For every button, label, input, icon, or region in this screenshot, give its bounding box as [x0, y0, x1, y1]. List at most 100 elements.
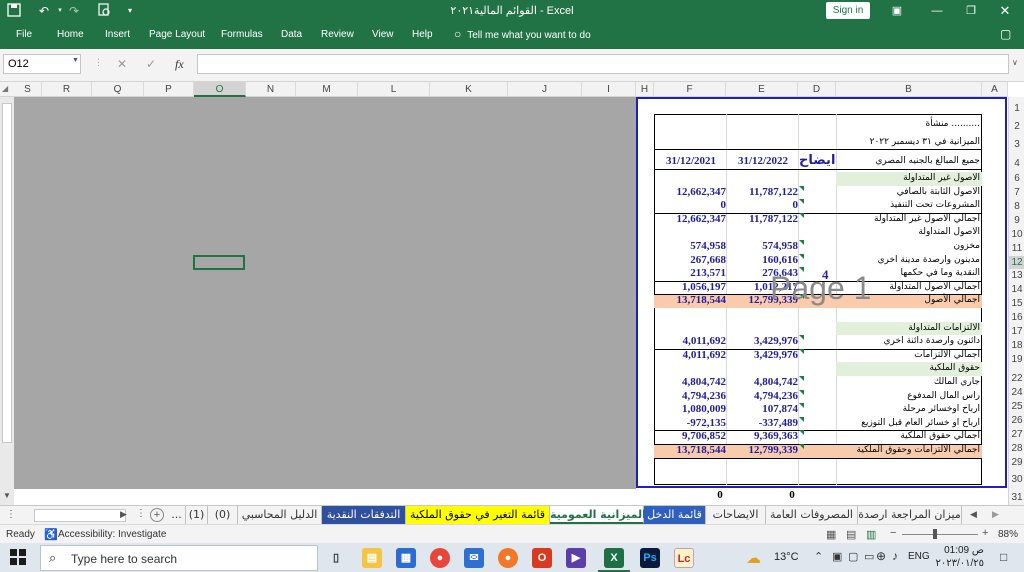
page-layout-view-icon[interactable]: ▤ [846, 528, 856, 541]
select-all-icon[interactable]: ◢ [2, 84, 8, 93]
app-lc-icon[interactable]: Lc [674, 548, 694, 568]
row-header[interactable]: 16 [1009, 311, 1024, 324]
tab-review[interactable]: Review [321, 29, 354, 40]
sheet-tab-balance-sheet[interactable]: الميزانية العمومية [550, 506, 646, 524]
row-header[interactable]: 12 [1009, 256, 1024, 269]
tray-app-icon[interactable]: ▣ [832, 550, 842, 563]
tab-file[interactable]: File [16, 29, 32, 40]
column-header[interactable]: N [246, 82, 296, 97]
column-header[interactable]: I [582, 82, 636, 97]
chrome-icon[interactable]: ● [430, 548, 450, 568]
comments-icon[interactable]: ▢ [1000, 27, 1011, 41]
sheet-tab-cash-flows[interactable]: التدفقات النقدية [322, 506, 406, 524]
photoshop-icon[interactable]: Ps [640, 548, 660, 568]
sheet-tab-general-expenses[interactable]: المصروفات العامة [766, 506, 858, 524]
tell-me-search[interactable]: ○ Tell me what you want to do [454, 27, 591, 41]
column-header[interactable]: J [508, 82, 582, 97]
column-header[interactable]: Q [92, 82, 144, 97]
tab-data[interactable]: Data [281, 29, 302, 40]
row-header[interactable]: 6 [1009, 172, 1024, 185]
row-header[interactable]: 19 [1009, 353, 1024, 366]
task-view-icon[interactable]: ▯ [326, 548, 346, 568]
row-header[interactable]: 28 [1009, 442, 1024, 455]
row-header[interactable]: 14 [1009, 283, 1024, 296]
expand-formula-icon[interactable]: ∨ [1012, 58, 1018, 67]
clock-time[interactable]: 01:09 ص [934, 545, 984, 556]
tab-page-layout[interactable]: Page Layout [149, 29, 205, 40]
clock-date[interactable]: ٢٠٢٣/٠١/٢٥ [930, 558, 984, 569]
cancel-icon[interactable]: ✕ [117, 57, 127, 71]
page-break-view-icon[interactable]: ▥ [866, 528, 876, 541]
row-header[interactable]: 7 [1009, 186, 1024, 199]
accessibility-status[interactable]: Accessibility: Investigate [58, 529, 166, 540]
tabs-more-icon[interactable]: ⋮ [6, 509, 16, 520]
row-header[interactable]: 17 [1009, 325, 1024, 338]
sheet-tab-chart-of-accounts[interactable]: الدليل المحاسبي [238, 506, 322, 524]
windows-start-icon[interactable] [10, 549, 26, 568]
office-icon[interactable]: O [532, 548, 552, 568]
row-header[interactable]: 30 [1009, 473, 1024, 486]
row-header[interactable]: 15 [1009, 297, 1024, 310]
sheet-tab-income-statement[interactable]: قائمة الدخل [644, 506, 706, 524]
sheet-tab-1[interactable]: (1) [186, 506, 208, 524]
row-header[interactable]: 18 [1009, 339, 1024, 352]
tab-scroll-left-icon[interactable]: ◀ [970, 509, 977, 520]
zoom-slider-thumb[interactable] [933, 529, 937, 539]
name-box-dropdown-icon[interactable]: ▼ [72, 57, 79, 64]
row-header[interactable]: 27 [1009, 428, 1024, 441]
sign-in-button[interactable]: Sign in [826, 2, 870, 19]
tab-scroll-right-icon[interactable]: ▶ [992, 509, 999, 520]
tab-insert[interactable]: Insert [105, 29, 130, 40]
column-header[interactable]: D [798, 82, 836, 97]
row-header[interactable]: 2 [1009, 120, 1024, 133]
sheet-tab-more[interactable]: ... [168, 506, 186, 524]
add-sheet-icon[interactable]: + [150, 508, 164, 522]
firefox-icon[interactable]: ● [498, 548, 518, 568]
zoom-level[interactable]: 88% [998, 529, 1018, 540]
tab-view[interactable]: View [372, 29, 394, 40]
tab-help[interactable]: Help [412, 29, 433, 40]
tray-expand-icon[interactable]: ⌃ [814, 550, 823, 563]
scroll-down-icon[interactable]: ▼ [3, 491, 11, 500]
row-header[interactable]: 3 [1009, 138, 1024, 151]
tabs-more-icon[interactable]: ⋮ [136, 508, 146, 519]
horizontal-scrollbar[interactable] [34, 509, 126, 522]
column-header[interactable]: M [296, 82, 358, 97]
tray-app-icon[interactable]: ▢ [848, 550, 858, 563]
row-header[interactable]: 22 [1009, 372, 1024, 385]
vertical-scrollbar[interactable]: ▼ [0, 97, 14, 505]
tab-formulas[interactable]: Formulas [221, 29, 263, 40]
mail-icon[interactable]: ✉ [464, 548, 484, 568]
column-header[interactable]: R [42, 82, 92, 97]
sheet-tab-equity-changes[interactable]: قائمة التغير في حقوق الملكية [406, 506, 550, 524]
column-header-selected[interactable]: O [194, 82, 246, 97]
media-player-icon[interactable]: ▶ [566, 548, 586, 568]
language-indicator[interactable]: ENG [908, 551, 930, 562]
zoom-slider[interactable] [902, 534, 978, 535]
column-header[interactable]: A [982, 82, 1008, 97]
column-header[interactable]: S [14, 82, 42, 97]
file-explorer-icon[interactable]: ▤ [362, 548, 382, 568]
tab-home[interactable]: Home [57, 29, 84, 40]
insert-function-icon[interactable]: fx [175, 57, 184, 72]
row-header[interactable]: 25 [1009, 400, 1024, 413]
taskbar-search[interactable]: ⌕ Type here to search [40, 545, 318, 571]
row-header[interactable]: 8 [1009, 200, 1024, 213]
restore-icon[interactable]: ❐ [956, 0, 986, 22]
battery-icon[interactable]: ▭ [864, 550, 874, 563]
sheet-tab-trial-balance[interactable]: ميزان المراجعة ارصدة [858, 506, 962, 524]
temperature[interactable]: 13°C [774, 551, 799, 563]
column-header[interactable]: L [358, 82, 430, 97]
column-header[interactable]: H [636, 82, 654, 97]
sheet-tab-notes[interactable]: الايضاحات [706, 506, 766, 524]
column-header[interactable]: F [654, 82, 726, 97]
column-header[interactable]: B [836, 82, 982, 97]
column-header[interactable]: P [144, 82, 194, 97]
notifications-icon[interactable]: □ [1000, 550, 1007, 564]
column-header[interactable]: E [726, 82, 798, 97]
selected-cell[interactable] [193, 255, 245, 270]
network-icon[interactable]: ⊕ [876, 549, 886, 563]
name-box[interactable]: O12 [3, 54, 81, 74]
row-header[interactable]: 1 [1009, 102, 1024, 115]
row-header[interactable]: 9 [1009, 214, 1024, 227]
